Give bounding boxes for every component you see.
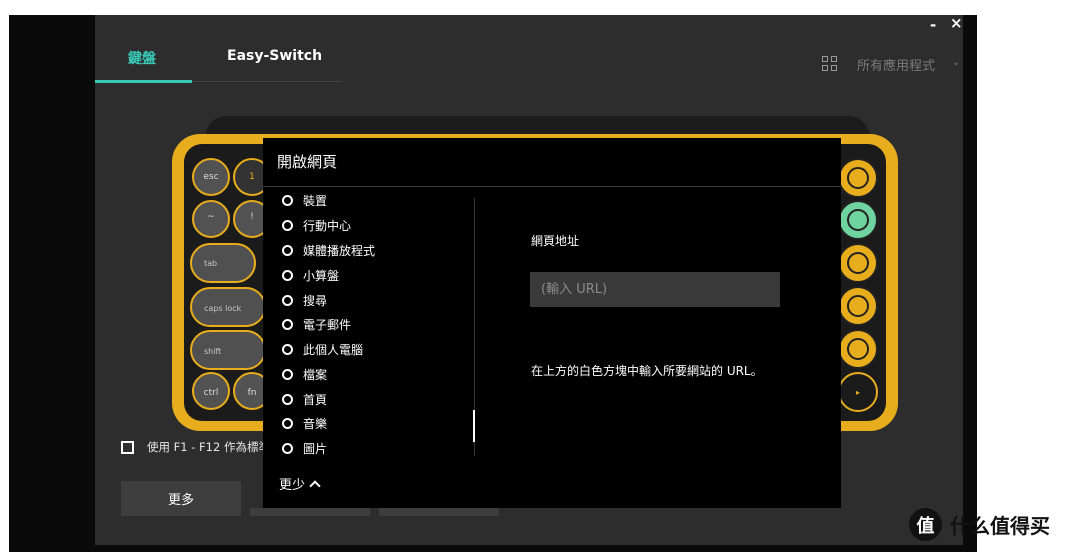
key-tab[interactable]: tab	[190, 243, 256, 283]
emoji-key-laugh[interactable]	[838, 286, 878, 326]
smile-emoji-icon	[847, 167, 869, 189]
option-this-pc[interactable]: 此個人電腦	[282, 339, 363, 359]
minimize-button[interactable]: -	[930, 16, 936, 34]
option-media-player[interactable]: 媒體播放程式	[282, 240, 375, 260]
secondary-button[interactable]	[250, 508, 370, 516]
key-shift[interactable]: shift	[190, 330, 266, 370]
show-less-label: 更少	[279, 478, 306, 493]
more-button[interactable]: 更多	[121, 481, 241, 516]
laugh-emoji-icon	[847, 295, 869, 317]
fn-keys-checkbox[interactable]	[121, 441, 134, 454]
url-input[interactable]	[530, 272, 780, 307]
option-calculator[interactable]: 小算盤	[282, 265, 339, 285]
grin-emoji-icon	[847, 252, 869, 274]
option-pictures[interactable]: 圖片	[282, 438, 327, 458]
show-less-toggle[interactable]: 更少	[279, 474, 321, 493]
key-tilde[interactable]: ~	[192, 200, 230, 238]
apps-grid-icon[interactable]	[822, 56, 838, 72]
radio-icon[interactable]	[282, 393, 293, 405]
cry-emoji-icon	[847, 209, 869, 231]
active-tab-indicator	[95, 80, 192, 83]
option-home[interactable]: 首頁	[282, 389, 327, 409]
shock-emoji-icon	[847, 338, 869, 360]
key-esc[interactable]: esc	[192, 158, 230, 196]
key-caps-lock[interactable]: caps lock	[190, 287, 266, 327]
watermark: 值 什么值得买	[909, 508, 1050, 541]
play-icon: ▸	[855, 387, 860, 397]
app-filter-dropdown[interactable]: 所有應用程式	[857, 55, 935, 74]
option-email[interactable]: 電子郵件	[282, 314, 351, 334]
emoji-key-smile[interactable]	[838, 158, 878, 198]
watermark-text: 什么值得买	[950, 514, 1050, 538]
options-scrollbar[interactable]	[473, 410, 475, 442]
emoji-key-cry[interactable]	[838, 200, 878, 240]
radio-icon[interactable]	[282, 318, 293, 330]
radio-icon[interactable]	[282, 294, 293, 306]
action-options-list[interactable]: 裝置 行動中心 媒體播放程式 小算盤 搜尋 電子郵件 此個人電腦 檔案 首頁 音…	[263, 187, 473, 459]
url-help-text: 在上方的白色方塊中輸入所要網站的 URL。	[531, 364, 763, 378]
chevron-up-icon	[309, 479, 321, 492]
radio-icon[interactable]	[282, 417, 293, 429]
emoji-key-grin[interactable]	[838, 243, 878, 283]
tab-divider	[192, 81, 342, 82]
url-field-label: 網頁地址	[531, 234, 580, 248]
tab-easy-switch[interactable]: Easy-Switch	[227, 48, 322, 64]
close-button[interactable]: ×	[950, 14, 963, 32]
tab-keyboard[interactable]: 鍵盤	[128, 48, 156, 68]
option-action-center[interactable]: 行動中心	[282, 215, 351, 235]
option-files[interactable]: 檔案	[282, 364, 327, 384]
dialog-title: 開啟網頁	[277, 153, 338, 171]
open-webpage-dialog: 開啟網頁 裝置 行動中心 媒體播放程式 小算盤 搜尋 電子郵件 此個人電腦 檔案…	[263, 138, 841, 508]
emoji-key-shock[interactable]	[838, 329, 878, 369]
option-device[interactable]: 裝置	[282, 190, 327, 210]
radio-icon[interactable]	[282, 368, 293, 380]
watermark-logo-icon: 值	[909, 508, 942, 541]
radio-icon[interactable]	[282, 442, 293, 454]
key-play[interactable]: ▸	[838, 372, 878, 412]
option-music[interactable]: 音樂	[282, 413, 327, 433]
chevron-down-icon[interactable]: ⌄	[952, 57, 960, 68]
fn-keys-label: 使用 F1 - F12 作為標準功能鍵	[147, 440, 263, 454]
radio-icon[interactable]	[282, 219, 293, 231]
key-ctrl[interactable]: ctrl	[192, 372, 230, 410]
radio-icon[interactable]	[282, 244, 293, 256]
radio-icon[interactable]	[282, 343, 293, 355]
tertiary-button[interactable]	[379, 508, 499, 516]
radio-icon[interactable]	[282, 269, 293, 281]
option-search[interactable]: 搜尋	[282, 290, 327, 310]
radio-icon[interactable]	[282, 194, 293, 206]
